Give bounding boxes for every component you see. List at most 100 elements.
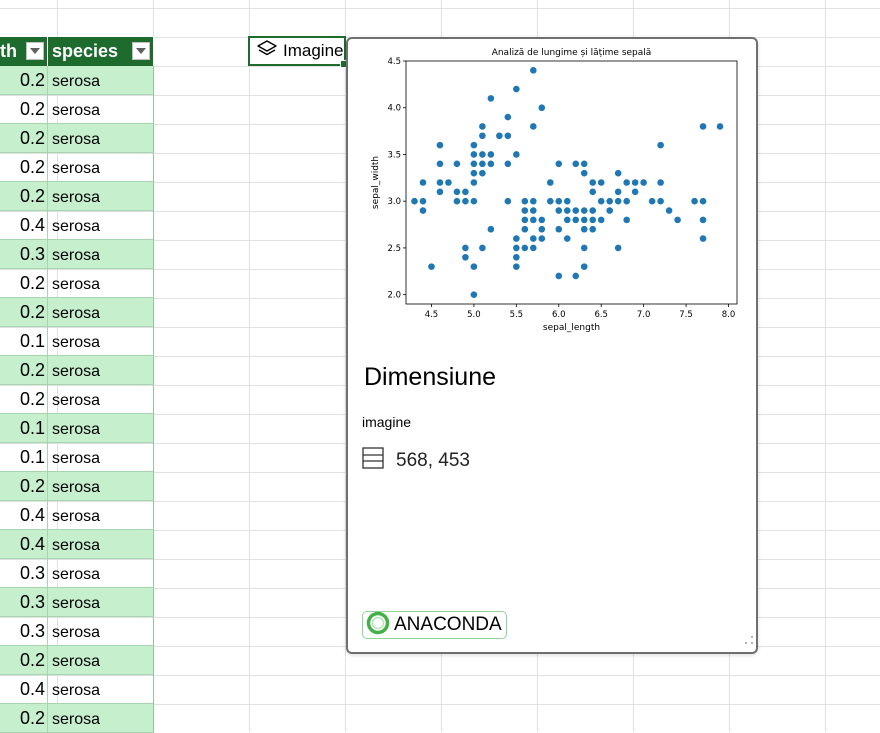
petal-width-cell[interactable]: 0.2	[0, 66, 48, 95]
petal-width-cell[interactable]: 0.4	[0, 675, 48, 704]
data-point	[504, 113, 512, 121]
species-cell[interactable]: serosa	[48, 269, 154, 298]
petal-width-cell[interactable]: 0.2	[0, 646, 48, 675]
data-point	[538, 235, 546, 242]
data-point	[513, 263, 520, 270]
table-row: 0.2 serosa	[0, 269, 154, 298]
petal-width-cell[interactable]: 0.3	[0, 617, 48, 646]
species-cell[interactable]: serosa	[48, 240, 154, 269]
data-point	[563, 197, 571, 205]
petal-width-cell[interactable]: 0.2	[0, 472, 48, 501]
data-point	[513, 244, 520, 252]
data-point	[521, 216, 529, 224]
data-point	[674, 216, 681, 224]
species-cell[interactable]: serosa	[48, 588, 154, 617]
petal-width-cell[interactable]: 0.1	[0, 327, 48, 356]
species-cell[interactable]: serosa	[48, 153, 154, 182]
y-tick-label: 2.0	[387, 291, 401, 301]
species-cell[interactable]: serosa	[48, 530, 154, 559]
data-point	[521, 207, 529, 214]
species-cell[interactable]: serosa	[48, 298, 154, 327]
species-cell[interactable]: serosa	[48, 211, 154, 240]
petal-width-cell[interactable]: 0.1	[0, 443, 48, 472]
species-cell[interactable]: serosa	[48, 501, 154, 530]
petal-width-cell[interactable]: 0.2	[0, 182, 48, 211]
species-cell[interactable]: serosa	[48, 559, 154, 588]
petal-width-cell[interactable]: 0.3	[0, 559, 48, 588]
table-row: 0.4 serosa	[0, 501, 154, 530]
header-label-width: th	[0, 41, 17, 61]
data-point	[513, 235, 520, 242]
species-cell[interactable]: serosa	[48, 95, 154, 124]
data-point	[479, 169, 486, 177]
species-cell[interactable]: serosa	[48, 443, 154, 472]
data-point	[640, 179, 647, 186]
data-point	[589, 179, 597, 186]
petal-width-cell[interactable]: 0.2	[0, 95, 48, 124]
petal-width-cell[interactable]: 0.1	[0, 414, 48, 443]
data-point	[487, 160, 495, 168]
petal-width-cell[interactable]: 0.4	[0, 211, 48, 240]
resize-grip-icon[interactable]	[744, 632, 754, 650]
species-cell[interactable]: serosa	[48, 385, 154, 414]
data-point	[563, 235, 571, 242]
table-body: 0.2 serosa 0.2 serosa 0.2 serosa 0.2 serosa 0.2 s…	[0, 66, 154, 733]
data-point	[411, 197, 418, 205]
petal-width-cell[interactable]: 0.2	[0, 153, 48, 182]
species-cell[interactable]: serosa	[48, 704, 154, 733]
header-cell-width[interactable]: th	[0, 37, 48, 66]
data-point	[563, 216, 571, 224]
species-cell[interactable]: serosa	[48, 646, 154, 675]
species-cell[interactable]: serosa	[48, 617, 154, 646]
header-label-species: species	[52, 41, 119, 61]
data-point	[530, 235, 537, 242]
species-cell[interactable]: serosa	[48, 124, 154, 153]
petal-width-cell[interactable]: 0.4	[0, 530, 48, 559]
imagine-cell-label: Imagine	[283, 41, 344, 60]
data-point	[699, 197, 707, 205]
data-point	[530, 207, 537, 214]
species-cell[interactable]: serosa	[48, 182, 154, 211]
petal-width-cell[interactable]: 0.2	[0, 124, 48, 153]
data-point	[530, 244, 537, 252]
petal-width-cell[interactable]: 0.4	[0, 501, 48, 530]
table-row: 0.4 serosa	[0, 530, 154, 559]
petal-width-cell[interactable]: 0.3	[0, 588, 48, 617]
petal-width-cell[interactable]: 0.2	[0, 356, 48, 385]
data-point	[530, 67, 537, 74]
data-point	[589, 225, 597, 233]
petal-width-cell[interactable]: 0.2	[0, 269, 48, 298]
petal-width-cell[interactable]: 0.3	[0, 240, 48, 269]
header-cell-species[interactable]: species	[48, 37, 154, 66]
species-cell[interactable]: serosa	[48, 356, 154, 385]
data-point	[436, 141, 444, 149]
x-tick-label: 6.5	[594, 310, 608, 320]
layers-icon	[256, 39, 278, 64]
table-row: 0.4 serosa	[0, 211, 154, 240]
data-point	[496, 132, 503, 140]
petal-width-cell[interactable]: 0.2	[0, 704, 48, 733]
data-point	[487, 225, 495, 233]
data-point	[513, 151, 520, 158]
data-point	[589, 207, 597, 214]
filter-dropdown-icon[interactable]	[132, 42, 150, 60]
species-cell[interactable]: serosa	[48, 472, 154, 501]
petal-width-cell[interactable]: 0.2	[0, 298, 48, 327]
table-row: 0.2 serosa	[0, 704, 154, 733]
y-tick-label: 3.5	[387, 150, 401, 160]
anaconda-badge[interactable]: ANACONDA	[362, 611, 507, 639]
data-point	[699, 123, 707, 130]
species-cell[interactable]: serosa	[48, 675, 154, 704]
petal-width-cell[interactable]: 0.2	[0, 385, 48, 414]
x-tick-label: 5.5	[510, 310, 524, 320]
species-cell[interactable]: serosa	[48, 414, 154, 443]
table-row: 0.2 serosa	[0, 124, 154, 153]
data-point	[445, 179, 452, 186]
imagine-cell[interactable]: Imagine	[248, 36, 348, 68]
data-table: th species 0.2 serosa 0.2 serosa 0.2 serosa 0.…	[0, 37, 154, 733]
filter-dropdown-icon[interactable]	[26, 42, 44, 60]
species-cell[interactable]: serosa	[48, 327, 154, 356]
table-row: 0.1 serosa	[0, 414, 154, 443]
species-cell[interactable]: serosa	[48, 66, 154, 95]
dimensions-value: 568, 453	[396, 449, 470, 471]
